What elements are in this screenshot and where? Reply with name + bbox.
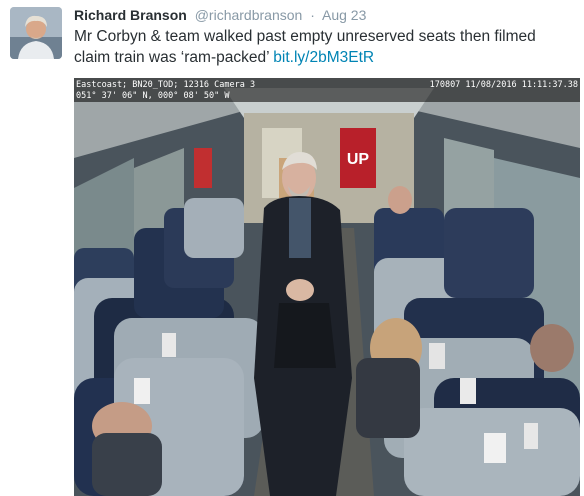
author-name[interactable]: Richard Branson	[74, 7, 187, 23]
author-handle[interactable]: @richardbranson	[195, 7, 303, 23]
tweet: Richard Branson @richardbranson · Aug 23…	[0, 0, 584, 496]
header-separator: ·	[310, 7, 315, 23]
avatar[interactable]	[10, 7, 62, 59]
tweet-date[interactable]: Aug 23	[322, 7, 366, 23]
cctv-coordinates: 051° 37' 06" N, 000° 08' 50" W	[76, 91, 230, 101]
tweet-link[interactable]: bit.ly/2bM3EtR	[273, 49, 374, 66]
cctv-train-image: UP	[74, 78, 580, 496]
cctv-camera-label: Eastcoast; BN20_TOD; 12316 Camera 3	[76, 80, 256, 90]
tweet-media[interactable]: UP Eastcoast; BN20_TOD; 12316 Camera 3 1…	[74, 78, 580, 496]
poster-text: UP	[347, 151, 370, 168]
tweet-header: Richard Branson @richardbranson · Aug 23	[74, 6, 366, 24]
cctv-timestamp: 170807 11/08/2016 11:11:37.38	[429, 80, 578, 90]
tweet-text: Mr Corbyn & team walked past empty unres…	[74, 26, 574, 68]
